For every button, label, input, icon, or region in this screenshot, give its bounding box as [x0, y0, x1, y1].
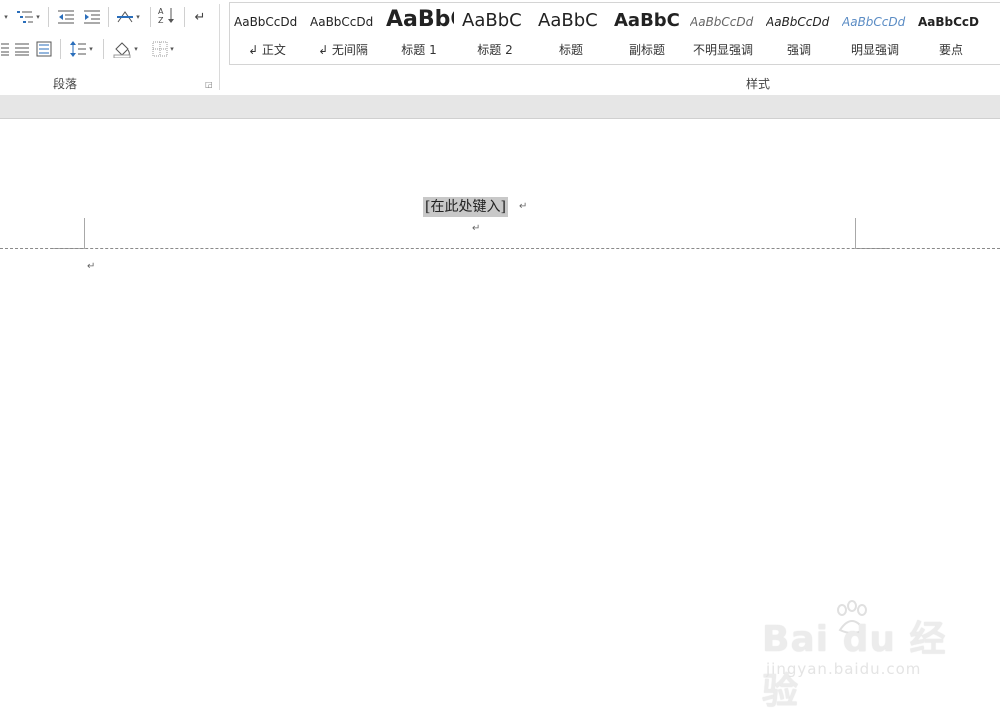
- paragraph-mark-icon: ↵: [519, 201, 528, 212]
- paragraph-mark-icon: ↵: [472, 223, 481, 234]
- decrease-indent-button[interactable]: [54, 6, 78, 28]
- style-subtle-emphasis[interactable]: AaBbCcDd 不明显强调: [686, 3, 760, 63]
- align-right-icon: [15, 43, 29, 56]
- paint-bucket-icon: [113, 42, 131, 58]
- style-preview: AaBbCcDd: [842, 15, 906, 29]
- ribbon: ▾ ▾ ▾ A Z ↵ ▾ ▾ ▾ 段落 ◲ AaBbCcDd ↲ 正文 AaB…: [0, 0, 1000, 96]
- sort-icon: A Z: [158, 7, 174, 24]
- align-right-button[interactable]: [12, 38, 32, 60]
- style-preview: AaBbC: [538, 10, 598, 31]
- baidu-watermark: Bai du 经验 jingyan.baidu.com: [762, 600, 962, 712]
- style-normal[interactable]: AaBbCcDd ↲ 正文: [230, 3, 304, 63]
- style-preview: AaBbCcDd: [766, 15, 830, 29]
- style-label: 标题 2: [477, 43, 513, 57]
- asian-layout-icon: [117, 11, 134, 23]
- right-margin-mark: [855, 218, 856, 249]
- separator: [150, 7, 151, 27]
- style-label: ↲ 无间隔: [318, 43, 368, 57]
- borders-button[interactable]: ▾: [146, 38, 180, 60]
- group-separator: [219, 4, 220, 90]
- chevron-down-icon: ▾: [89, 45, 93, 53]
- style-label: 要点: [938, 43, 963, 57]
- styles-gallery: AaBbCcDd ↲ 正文 AaBbCcDd ↲ 无间隔 AaBbC 标题 1 …: [229, 2, 1000, 65]
- sort-button[interactable]: A Z: [155, 4, 179, 26]
- style-heading-1[interactable]: AaBbC 标题 1: [382, 3, 456, 63]
- svg-text:Z: Z: [158, 16, 164, 24]
- style-preview: AaBbC: [614, 10, 680, 31]
- borders-icon: [152, 41, 168, 57]
- dialog-launcher-icon[interactable]: ◲: [205, 80, 213, 89]
- style-no-spacing[interactable]: AaBbCcDd ↲ 无间隔: [306, 3, 380, 63]
- paragraph-mark-icon: ↵: [194, 9, 206, 25]
- show-formatting-marks-button[interactable]: ↵: [190, 6, 210, 28]
- separator: [48, 7, 49, 27]
- style-label: 标题 1: [401, 43, 437, 57]
- separator: [184, 7, 185, 27]
- paragraph-group: ▾ ▾ ▾ A Z ↵ ▾ ▾ ▾ 段落 ◲: [0, 0, 218, 95]
- style-title[interactable]: AaBbC 标题: [534, 3, 608, 63]
- style-label: 副标题: [628, 43, 665, 57]
- decrease-indent-icon: [58, 10, 74, 24]
- separator: [60, 39, 61, 59]
- style-preview: AaBbCcDd: [690, 15, 754, 29]
- increase-indent-icon: [84, 10, 100, 24]
- ruler-band: [0, 95, 1000, 119]
- asian-layout-button[interactable]: ▾: [112, 6, 144, 28]
- style-intense-emphasis[interactable]: AaBbCcDd 明显强调: [838, 3, 912, 63]
- style-label: ↲ 正文: [248, 43, 286, 57]
- chevron-down-icon: ▾: [136, 13, 140, 21]
- bullets-dropdown-button[interactable]: ▾: [0, 6, 10, 28]
- style-preview: AaBbCcD: [918, 15, 980, 29]
- style-subtitle[interactable]: AaBbC 副标题: [610, 3, 684, 63]
- header-boundary-line: [0, 248, 1000, 249]
- chevron-down-icon: ▾: [4, 13, 8, 21]
- line-spacing-button[interactable]: ▾: [64, 38, 98, 60]
- style-emphasis[interactable]: AaBbCcDd 强调: [762, 3, 836, 63]
- style-preview: AaBbC: [462, 10, 522, 31]
- style-preview: AaBbCcDd: [310, 15, 374, 29]
- left-margin-mark: [84, 218, 85, 249]
- style-label: 标题: [558, 43, 583, 57]
- multilevel-list-button[interactable]: ▾: [14, 6, 42, 28]
- header-placeholder-field[interactable]: [在此处键入]: [423, 197, 508, 217]
- styles-group-label: 样式: [746, 77, 771, 91]
- line-spacing-icon: [70, 41, 87, 57]
- paragraph-mark-icon: ↵: [87, 261, 96, 272]
- style-label: 明显强调: [850, 43, 899, 57]
- multilevel-list-icon: [17, 11, 34, 23]
- increase-indent-button[interactable]: [80, 6, 104, 28]
- distributed-align-button[interactable]: [34, 38, 54, 60]
- justify-button[interactable]: [0, 38, 10, 60]
- separator: [103, 39, 104, 59]
- style-label: 不明显强调: [692, 43, 753, 57]
- style-heading-2[interactable]: AaBbC 标题 2: [458, 3, 532, 63]
- chevron-down-icon: ▾: [170, 45, 174, 53]
- chevron-down-icon: ▾: [36, 13, 40, 21]
- distributed-align-icon: [36, 41, 52, 57]
- style-label: 强调: [786, 43, 811, 57]
- watermark-url: jingyan.baidu.com: [766, 660, 922, 678]
- justify-icon: [1, 43, 9, 56]
- style-preview: AaBbC: [386, 7, 454, 32]
- shading-button[interactable]: ▾: [108, 38, 142, 60]
- paragraph-group-label: 段落: [53, 77, 78, 91]
- chevron-down-icon: ▾: [134, 45, 138, 53]
- style-strong[interactable]: AaBbCcD 要点: [914, 3, 988, 63]
- style-preview: AaBbCcDd: [234, 15, 298, 29]
- separator: [108, 7, 109, 27]
- svg-text:A: A: [158, 7, 164, 16]
